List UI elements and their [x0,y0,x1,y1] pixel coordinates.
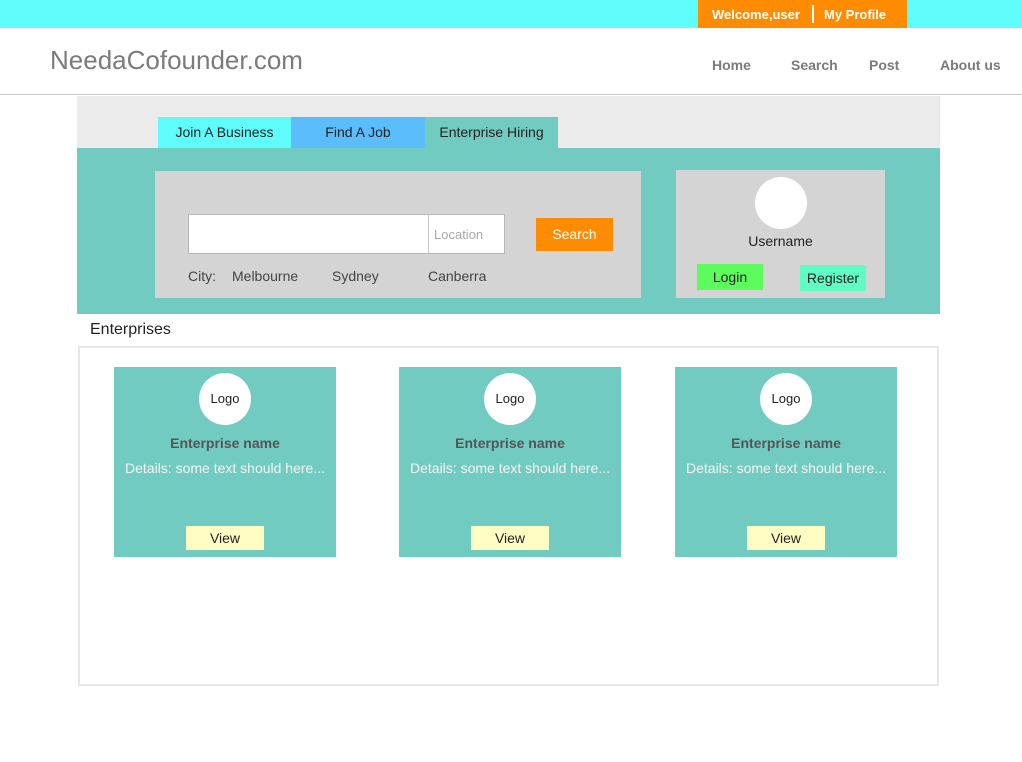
user-menu-divider [812,5,814,23]
header: NeedaCofounder.com Home Search Post Abou… [0,28,1022,95]
tab-find-a-job[interactable]: Find A Job [291,117,425,148]
search-input[interactable] [188,214,429,254]
city-melbourne[interactable]: Melbourne [232,268,298,284]
enterprise-logo: Logo [484,373,536,425]
search-button[interactable]: Search [536,218,613,251]
register-button[interactable]: Register [800,265,866,291]
view-button[interactable]: View [471,526,549,550]
tab-enterprise-hiring[interactable]: Enterprise Hiring [425,117,558,148]
enterprise-details: Details: some text should here... [125,460,325,476]
enterprise-name: Enterprise name [455,435,565,451]
city-sydney[interactable]: Sydney [332,268,379,284]
enterprise-name: Enterprise name [170,435,280,451]
enterprise-logo: Logo [760,373,812,425]
login-button[interactable]: Login [697,264,763,290]
enterprise-name: Enterprise name [731,435,841,451]
view-button[interactable]: View [186,526,264,550]
my-profile-link[interactable]: My Profile [824,7,886,22]
enterprise-details: Details: some text should here... [410,460,610,476]
nav-search[interactable]: Search [791,57,838,73]
enterprise-logo: Logo [199,373,251,425]
welcome-text: Welcome,user [712,7,800,22]
view-button[interactable]: View [747,526,825,550]
nav-about-us[interactable]: About us [940,57,1001,73]
location-input[interactable]: Location [428,214,505,254]
city-canberra[interactable]: Canberra [428,268,486,284]
nav-home[interactable]: Home [712,57,751,73]
site-logo[interactable]: NeedaCofounder.com [50,45,303,76]
tab-join-a-business[interactable]: Join A Business [158,117,291,148]
nav-post[interactable]: Post [869,57,899,73]
enterprise-details: Details: some text should here... [686,460,886,476]
user-menu: Welcome,user My Profile [698,0,907,28]
enterprise-card: Logo Enterprise name Details: some text … [399,367,621,557]
enterprise-card: Logo Enterprise name Details: some text … [114,367,336,557]
avatar [755,177,807,229]
username-label: Username [748,233,813,249]
enterprise-card: Logo Enterprise name Details: some text … [675,367,897,557]
city-label: City: [188,268,216,284]
enterprises-heading: Enterprises [90,321,171,338]
